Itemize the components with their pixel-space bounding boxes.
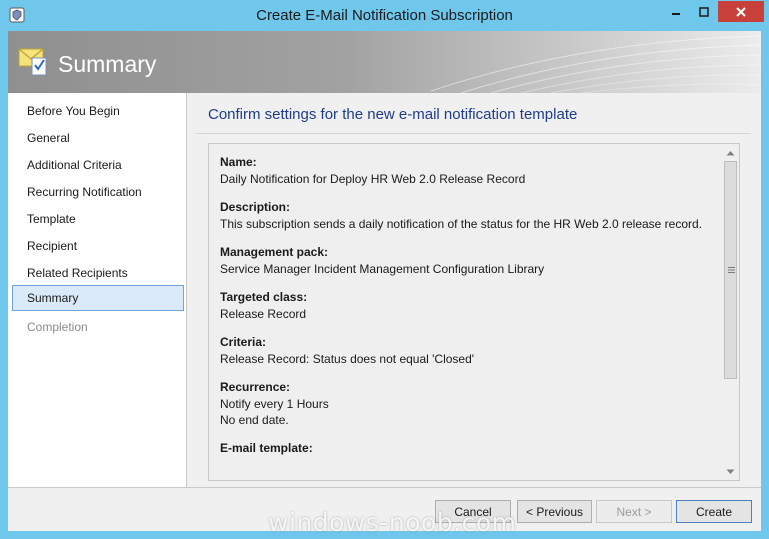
summary-section-criteria: Criteria: Release Record: Status does no… [220, 334, 710, 367]
title-bar[interactable]: Create E-Mail Notification Subscription [0, 0, 769, 30]
summary-panel: Confirm settings for the new e-mail noti… [188, 93, 761, 487]
step-related-recipients[interactable]: Related Recipients [12, 261, 184, 287]
email-subscription-icon [18, 48, 47, 76]
step-before-you-begin[interactable]: Before You Begin [12, 99, 184, 125]
scroll-up-button[interactable] [722, 144, 739, 161]
watermark-text: windows-noob.com [268, 508, 517, 537]
step-recurring-notification[interactable]: Recurring Notification [12, 180, 184, 206]
next-button: Next > [596, 500, 672, 523]
section-value: This subscription sends a daily notifica… [220, 217, 703, 231]
step-summary[interactable]: Summary [12, 285, 184, 311]
arrow-up-icon [726, 150, 735, 155]
section-label: Description: [220, 200, 291, 214]
scroll-down-button[interactable] [722, 463, 739, 480]
wizard-client-area: Summary Before You Begin General Additio… [8, 31, 761, 531]
window-title: Create E-Mail Notification Subscription [256, 7, 513, 24]
step-completion: Completion [27, 320, 88, 334]
maximize-icon [698, 6, 709, 17]
summary-section-name: Name: Daily Notification for Deploy HR W… [220, 154, 710, 187]
section-label: Targeted class: [220, 290, 308, 304]
summary-section-targeted-class: Targeted class: Release Record [220, 289, 710, 322]
close-button[interactable] [718, 1, 764, 22]
step-recipient[interactable]: Recipient [12, 234, 184, 260]
banner-wave-decoration [431, 35, 761, 93]
close-icon [736, 6, 746, 17]
section-value: Release Record: Status does not equal 'C… [220, 352, 475, 366]
section-label: Management pack: [220, 245, 329, 259]
summary-section-email-template: E-mail template: [220, 440, 710, 457]
maximize-button[interactable] [690, 1, 717, 22]
heading-divider [196, 133, 751, 134]
previous-button[interactable]: < Previous [517, 500, 592, 523]
step-template[interactable]: Template [12, 207, 184, 233]
summary-section-description: Description: This subscription sends a d… [220, 199, 710, 232]
section-value: Release Record [220, 307, 307, 321]
scroll-thumb[interactable] [724, 161, 737, 379]
section-label: Recurrence: [220, 380, 291, 394]
section-value: Service Manager Incident Management Conf… [220, 262, 545, 276]
step-general[interactable]: General [12, 126, 184, 152]
page-title: Summary [58, 51, 157, 77]
section-label: Criteria: [220, 335, 267, 349]
minimize-button[interactable] [662, 1, 689, 22]
section-value: Notify every 1 Hours [220, 397, 329, 411]
section-value: Daily Notification for Deploy HR Web 2.0… [220, 172, 526, 186]
wizard-banner: Summary [8, 31, 761, 93]
summary-section-management-pack: Management pack: Service Manager Inciden… [220, 244, 710, 277]
section-label: E-mail template: [220, 441, 313, 455]
section-label: Name: [220, 155, 257, 169]
summary-details-text: Name: Daily Notification for Deploy HR W… [220, 154, 710, 469]
section-value: No end date. [220, 413, 289, 427]
summary-scrollbar[interactable] [722, 144, 739, 480]
grip-icon [728, 267, 735, 273]
wizard-window: Create E-Mail Notification Subscription [0, 0, 769, 539]
summary-details-box[interactable]: Name: Daily Notification for Deploy HR W… [208, 143, 740, 481]
content-heading: Confirm settings for the new e-mail noti… [208, 106, 578, 123]
create-button[interactable]: Create [676, 500, 752, 523]
step-additional-criteria[interactable]: Additional Criteria [12, 153, 184, 179]
wizard-step-list: Before You Begin General Additional Crit… [8, 93, 187, 487]
minimize-icon [671, 12, 680, 15]
arrow-down-icon [726, 469, 735, 474]
summary-section-recurrence: Recurrence: Notify every 1 Hours No end … [220, 379, 710, 428]
